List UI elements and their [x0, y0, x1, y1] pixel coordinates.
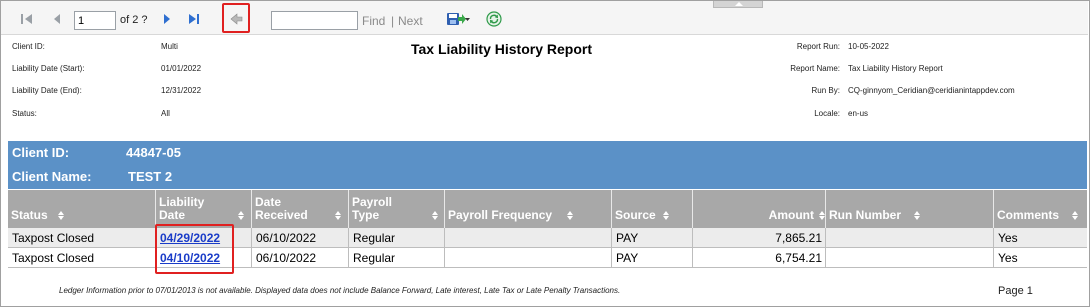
meta-locale-value: en-us [848, 109, 869, 118]
collapse-toolbar-tab[interactable] [713, 1, 763, 8]
meta-report-run-value: 10-05-2022 [848, 42, 889, 51]
sort-icon[interactable] [914, 211, 920, 220]
cell-amount: 6,754.21 [693, 248, 826, 268]
sort-icon[interactable] [1072, 211, 1078, 220]
cell-status: Taxpost Closed [8, 228, 156, 248]
page-number-label: Page 1 [998, 285, 1033, 297]
liability-date-highlight [155, 224, 234, 274]
cell-comments: Yes [994, 228, 1087, 248]
back-button-highlight [222, 3, 250, 33]
next-page-icon[interactable] [159, 11, 175, 27]
cell-amount: 7,865.21 [693, 228, 826, 248]
cell-source: PAY [612, 248, 693, 268]
meta-run-by-label: Run By: [811, 86, 840, 95]
meta-client-id-label: Client ID: [12, 42, 45, 51]
meta-report-name-value: Tax Liability History Report [848, 64, 943, 73]
cell-date-received: 06/10/2022 [252, 248, 349, 268]
column-header-source[interactable]: Source [612, 190, 693, 228]
meta-report-name-label: Report Name: [790, 64, 840, 73]
toolbar-separator: | [391, 14, 395, 28]
column-header-comments[interactable]: Comments [994, 190, 1087, 228]
client-id-band: Client ID: 44847-05 [8, 141, 1087, 165]
column-header-amount[interactable]: Amount [693, 190, 826, 228]
cell-run-number [826, 248, 994, 268]
sort-icon[interactable] [663, 211, 669, 220]
meta-locale-label: Locale: [814, 109, 840, 118]
find-next-link[interactable]: Next [398, 14, 423, 28]
meta-end-date-value: 12/31/2022 [161, 86, 202, 95]
column-header-run-number[interactable]: Run Number [826, 190, 994, 228]
page-number-input[interactable] [74, 11, 116, 30]
previous-page-icon[interactable] [49, 11, 65, 27]
client-name-band: Client Name: TEST 2 [8, 165, 1087, 189]
client-name-value: TEST 2 [128, 169, 173, 184]
cell-payroll-frequency [445, 228, 612, 248]
cell-status: Taxpost Closed [8, 248, 156, 268]
find-text-input[interactable] [271, 11, 358, 30]
column-header-payroll-type[interactable]: Payroll Type [349, 190, 445, 228]
first-page-icon[interactable] [19, 11, 35, 27]
client-id-label: Client ID: [12, 145, 70, 160]
refresh-icon[interactable] [486, 11, 502, 27]
ledger-footnote: Ledger Information prior to 07/01/2013 i… [59, 286, 621, 295]
report-title: Tax Liability History Report [411, 41, 592, 57]
sort-icon[interactable] [238, 211, 244, 220]
meta-client-id-value: Multi [161, 42, 178, 51]
page-count-label: of 2 ? [120, 14, 148, 26]
column-header-liability-date[interactable]: Liability Date [156, 190, 252, 228]
sort-icon[interactable] [567, 211, 573, 220]
meta-report-run-label: Report Run: [796, 42, 840, 51]
meta-start-date-label: Liability Date (Start): [12, 64, 85, 73]
sort-icon[interactable] [335, 211, 341, 220]
sort-icon[interactable] [819, 211, 825, 220]
export-icon[interactable] [445, 11, 471, 27]
cell-payroll-type: Regular [349, 228, 445, 248]
meta-end-date-label: Liability Date (End): [12, 86, 82, 95]
cell-payroll-frequency [445, 248, 612, 268]
cell-payroll-type: Regular [349, 248, 445, 268]
cell-comments: Yes [994, 248, 1087, 268]
cell-source: PAY [612, 228, 693, 248]
column-header-date-received[interactable]: Date Received [252, 190, 349, 228]
find-link[interactable]: Find [362, 14, 385, 28]
cell-run-number [826, 228, 994, 248]
meta-start-date-value: 01/01/2022 [161, 64, 202, 73]
sort-icon[interactable] [58, 211, 64, 220]
column-header-status[interactable]: Status [8, 190, 156, 228]
meta-run-by-value: CQ-ginnyom_Ceridian@ceridianintappdev.co… [848, 86, 1015, 95]
last-page-icon[interactable] [186, 11, 202, 27]
client-name-label: Client Name: [12, 169, 92, 184]
report-toolbar: of 2 ? Find | Next [1, 1, 1088, 35]
sort-icon[interactable] [432, 211, 438, 220]
meta-status-value: All [161, 109, 170, 118]
client-id-value: 44847-05 [126, 145, 181, 160]
cell-date-received: 06/10/2022 [252, 228, 349, 248]
column-header-payroll-frequency[interactable]: Payroll Frequency [445, 190, 612, 228]
meta-status-label: Status: [12, 109, 37, 118]
